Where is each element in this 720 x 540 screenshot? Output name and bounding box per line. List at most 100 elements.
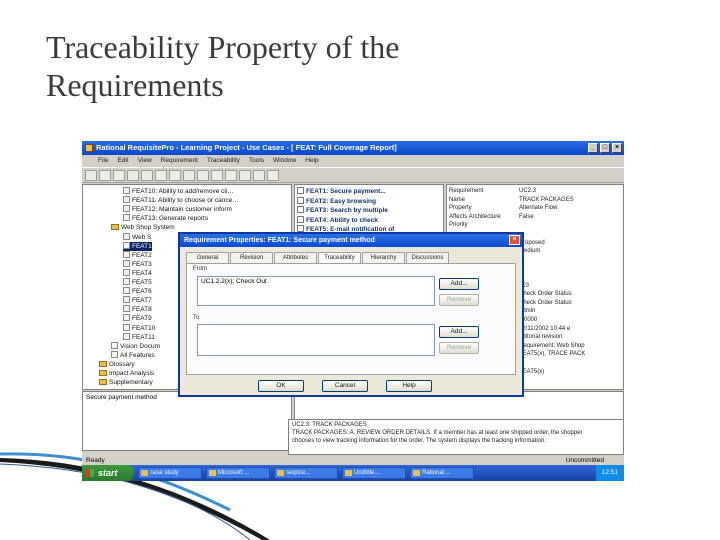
tree-item[interactable]: FEAT2 xyxy=(123,250,152,260)
description-pane: Secure payment method xyxy=(82,391,292,451)
menu-item-help[interactable]: Help xyxy=(305,155,318,166)
copy-icon[interactable] xyxy=(141,170,153,181)
taskbar-item[interactable]: seqnce... xyxy=(274,467,338,479)
requirement-icon xyxy=(123,250,130,258)
tree-item[interactable]: FEAT3 xyxy=(123,259,152,269)
tree-item[interactable]: Vision Docum xyxy=(111,341,160,351)
tab-hierarchy[interactable]: Hierarchy xyxy=(362,252,405,263)
dialog-close-icon[interactable]: × xyxy=(509,235,520,245)
to-add-button[interactable]: Add... xyxy=(439,326,479,338)
maximize-icon[interactable]: □ xyxy=(600,143,610,153)
requirement-icon xyxy=(123,323,130,331)
new-icon[interactable] xyxy=(85,170,97,181)
view-icon[interactable] xyxy=(211,170,223,181)
window-icon xyxy=(141,470,148,476)
status-right: Uncommitted xyxy=(565,457,604,464)
minimize-icon[interactable]: _ xyxy=(588,143,598,153)
start-button[interactable]: start xyxy=(82,465,134,481)
tree-item-label: FEAT13: Generate reports xyxy=(132,215,209,223)
checkbox-icon[interactable] xyxy=(297,215,304,223)
save-icon[interactable] xyxy=(113,170,125,181)
tree-item[interactable]: FEAT5 xyxy=(123,278,152,287)
tab-general[interactable]: General xyxy=(186,252,229,263)
menu-item-file[interactable]: File xyxy=(98,155,108,166)
tree-item[interactable]: FEAT6 xyxy=(123,287,152,296)
trace-from-list[interactable]: UC1.2.2(x): Check Out xyxy=(197,276,435,306)
tab-attributes[interactable]: Attributes xyxy=(274,252,317,263)
tree-item[interactable]: FEAT9 xyxy=(123,314,152,323)
tab-discussions[interactable]: Discussions xyxy=(406,252,449,263)
find-icon[interactable] xyxy=(197,170,209,181)
trace-from-item[interactable]: UC1.2.2(x): Check Out xyxy=(201,278,267,285)
cut-icon[interactable] xyxy=(127,170,139,181)
taskbar-item[interactable]: Undtitle... xyxy=(342,467,406,479)
tree-item-label: FEAT11 xyxy=(132,333,155,341)
trace-from-icon[interactable] xyxy=(239,170,251,181)
help-button[interactable]: Help xyxy=(386,380,432,392)
tree-item-label: FEAT6 xyxy=(132,288,152,296)
close-icon[interactable]: × xyxy=(612,143,622,153)
taskbar-item[interactable]: Microsoft ... xyxy=(206,467,270,479)
trace-to-icon[interactable] xyxy=(225,170,237,181)
delete-icon[interactable] xyxy=(169,170,181,181)
app-title-bar[interactable]: Rational RequisitePro - Learning Project… xyxy=(82,141,624,155)
tree-item[interactable]: FEAT10: Ability to add/remove cli… xyxy=(123,187,234,196)
tree-item[interactable]: FEAT4 xyxy=(123,268,152,278)
toolbar xyxy=(82,167,624,183)
trace-to-list[interactable] xyxy=(197,324,435,356)
tree-item[interactable]: Web S xyxy=(123,232,151,242)
tree-item[interactable]: FEAT11: Ability to choose or cance… xyxy=(123,196,239,205)
checkbox-icon[interactable] xyxy=(297,187,304,194)
tree-item[interactable]: Glossary xyxy=(99,360,135,369)
dialog-title-bar[interactable]: Requirement Properties: FEAT1: Secure pa… xyxy=(180,234,522,247)
tree-item[interactable]: FEAT1 xyxy=(123,241,152,251)
list-item-label: FEAT4: Ability to check xyxy=(306,216,378,224)
requirement-icon xyxy=(123,268,130,276)
menu-item-edit[interactable]: Edit xyxy=(117,155,128,166)
checkbox-icon[interactable] xyxy=(297,196,304,204)
from-add-button[interactable]: Add... xyxy=(439,278,479,290)
taskbar-item[interactable]: Rational ... xyxy=(410,467,474,479)
requirement-icon xyxy=(123,214,130,222)
tree-item[interactable]: FEAT11 xyxy=(123,332,155,342)
tree-item[interactable]: All Features xyxy=(111,350,155,360)
open-icon[interactable] xyxy=(99,170,111,181)
menu-item-window[interactable]: Window xyxy=(273,155,296,166)
list-item[interactable]: FEAT3: Search by multiple xyxy=(297,206,388,215)
cancel-button[interactable]: Cancel xyxy=(322,380,368,392)
ok-button[interactable]: OK xyxy=(258,380,304,392)
paste-icon[interactable] xyxy=(155,170,167,181)
tree-item[interactable]: FEAT7 xyxy=(123,296,152,305)
checkbox-icon[interactable] xyxy=(297,206,304,213)
menu-item-traceability[interactable]: Traceability xyxy=(207,155,240,166)
checkbox-icon[interactable] xyxy=(297,225,304,232)
tab-revision[interactable]: Revision xyxy=(230,252,273,263)
requirement-icon xyxy=(123,305,130,313)
menu-item-requirement[interactable]: Requirement xyxy=(161,155,198,166)
menu-item-view[interactable]: View xyxy=(138,155,152,166)
folder-icon xyxy=(99,360,107,367)
list-item[interactable]: FEAT4: Ability to check xyxy=(297,215,378,225)
tree-item[interactable]: Web Shop System xyxy=(111,223,175,232)
attribute-name: Affects Architecture xyxy=(449,213,501,220)
from-remove-button[interactable]: Remove xyxy=(439,294,479,306)
to-remove-button[interactable]: Remove xyxy=(439,342,479,354)
help-icon[interactable] xyxy=(267,170,279,181)
tree-item[interactable]: Impact Analysis xyxy=(99,369,154,378)
tree-item[interactable]: FEAT8 xyxy=(123,305,152,314)
tree-item-label: FEAT2 xyxy=(132,251,152,259)
tree-item[interactable]: FEAT12: Maintain customer inform xyxy=(123,205,232,214)
tree-item[interactable]: Supplementary xyxy=(99,378,153,387)
menu-item-tools[interactable]: Tools xyxy=(249,155,264,166)
tree-item[interactable]: FEAT13: Generate reports xyxy=(123,214,208,223)
list-item[interactable]: FEAT2: Easy browsing xyxy=(297,196,376,206)
properties-icon[interactable] xyxy=(183,170,195,181)
attribute-name: Property xyxy=(449,205,472,212)
app-icon xyxy=(85,144,93,152)
requisitepro-screenshot: Rational RequisitePro - Learning Project… xyxy=(82,141,624,481)
tree-item[interactable]: FEAT10 xyxy=(123,323,155,333)
refresh-icon[interactable] xyxy=(253,170,265,181)
taskbar-item[interactable]: case study xyxy=(138,467,202,479)
tree-item-label: Impact Analysis xyxy=(109,370,155,377)
list-item[interactable]: FEAT1: Secure payment... xyxy=(297,187,386,196)
